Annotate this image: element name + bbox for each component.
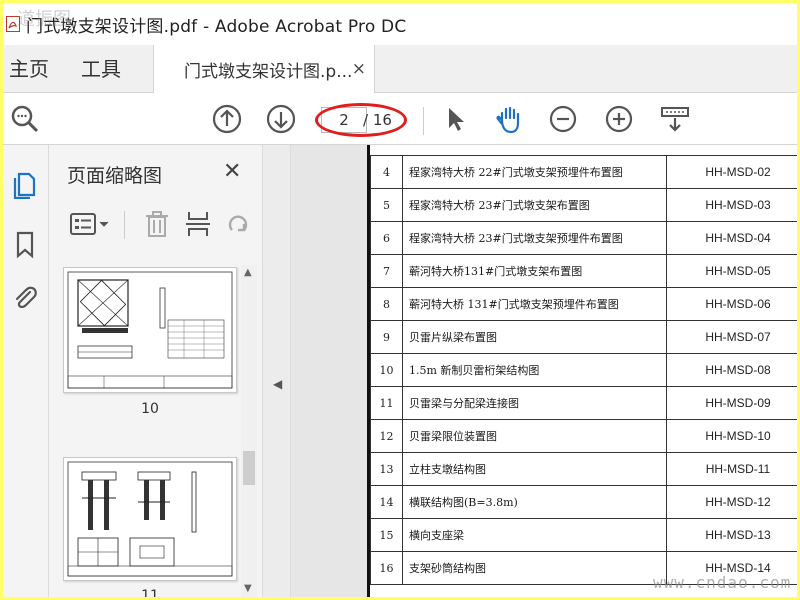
panel-collapse-strip[interactable]: ◀ bbox=[263, 145, 291, 597]
table-row: 6 程家湾特大桥 23#门式墩支架预埋件布置图 HH-MSD-04 bbox=[370, 221, 797, 255]
row-number: 16 bbox=[370, 551, 403, 585]
page-thumbnail[interactable] bbox=[63, 457, 237, 581]
table-row: 15 横向支座梁 HH-MSD-13 bbox=[370, 518, 797, 552]
page-thumbnails-icon[interactable] bbox=[10, 169, 40, 200]
drawing-code: HH-MSD-02 bbox=[666, 155, 797, 189]
drawing-code: HH-MSD-04 bbox=[666, 221, 797, 255]
drawing-name: 程家湾特大桥 22#门式墩支架预埋件布置图 bbox=[402, 155, 667, 189]
acrobat-window: 门式墩支架设计图.pdf - Adobe Acrobat Pro DC 道振图 … bbox=[3, 3, 797, 597]
drawing-code: HH-MSD-07 bbox=[666, 320, 797, 354]
thumbnail-label: 10 bbox=[141, 401, 159, 417]
left-navigation-rail bbox=[3, 145, 49, 597]
row-number: 4 bbox=[370, 155, 403, 189]
row-number: 10 bbox=[370, 353, 403, 387]
thumbnail-label: 11 bbox=[141, 588, 159, 597]
row-number: 11 bbox=[370, 386, 403, 420]
row-number: 12 bbox=[370, 419, 403, 453]
table-row: 10 1.5m 新制贝雷桁架结构图 HH-MSD-08 bbox=[370, 353, 797, 387]
row-number: 5 bbox=[370, 188, 403, 222]
drawing-name: 1.5m 新制贝雷桁架结构图 bbox=[402, 353, 667, 387]
drawing-name: 横联结构图(B=3.8m) bbox=[402, 485, 667, 519]
drawing-code: HH-MSD-11 bbox=[666, 452, 797, 486]
toolbar: 2 / 16 bbox=[3, 93, 797, 145]
collapse-panel-icon[interactable]: ◀ bbox=[273, 377, 282, 391]
table-row: 4 程家湾特大桥 22#门式墩支架预埋件布置图 HH-MSD-02 bbox=[370, 155, 797, 189]
previous-page-icon[interactable] bbox=[211, 103, 243, 135]
tab-document[interactable]: 门式墩支架设计图.p... × bbox=[153, 45, 375, 94]
attachments-icon[interactable] bbox=[10, 283, 40, 313]
table-row: 14 横联结构图(B=3.8m) HH-MSD-12 bbox=[370, 485, 797, 519]
highlight-annotation bbox=[315, 103, 407, 137]
table-row: 9 贝雷片纵梁布置图 HH-MSD-07 bbox=[370, 320, 797, 354]
drawing-name: 程家湾特大桥 23#门式墩支架预埋件布置图 bbox=[402, 221, 667, 255]
drawing-name: 立柱支墩结构图 bbox=[402, 452, 667, 486]
drawing-code: HH-MSD-13 bbox=[666, 518, 797, 552]
zoom-out-icon[interactable] bbox=[547, 103, 579, 135]
toolbar-separator bbox=[423, 107, 424, 135]
drawing-code: HH-MSD-10 bbox=[666, 419, 797, 453]
select-cursor-icon[interactable] bbox=[439, 103, 471, 135]
close-tab-icon[interactable]: × bbox=[352, 59, 366, 79]
document-tab-label: 门式墩支架设计图.p... bbox=[184, 62, 353, 82]
drawing-code: HH-MSD-08 bbox=[666, 353, 797, 387]
drawing-name: 蕲河特大桥131#门式墩支架布置图 bbox=[402, 254, 667, 288]
page-thumbnails-panel: 页面缩略图 ✕ 10 11 ▲ ▼ bbox=[49, 145, 263, 597]
drawing-name: 贝雷片纵梁布置图 bbox=[402, 320, 667, 354]
hand-tool-icon[interactable] bbox=[493, 103, 525, 135]
site-watermark: www.cndao.com bbox=[653, 573, 792, 592]
title-bar: 门式墩支架设计图.pdf - Adobe Acrobat Pro DC 道振图 bbox=[3, 3, 797, 45]
panel-title: 页面缩略图 bbox=[67, 165, 163, 187]
drawing-name: 贝雷梁与分配梁连接图 bbox=[402, 386, 667, 420]
thumbnails-scrollbar[interactable]: ▲ ▼ bbox=[241, 265, 257, 597]
drawing-name: 支架砂筒结构图 bbox=[402, 551, 667, 585]
row-number: 14 bbox=[370, 485, 403, 519]
scrollbar-thumb[interactable] bbox=[243, 451, 255, 485]
insert-page-icon[interactable] bbox=[183, 209, 213, 239]
tab-bar: 主页 工具 门式墩支架设计图.p... × bbox=[3, 45, 797, 94]
scroll-up-icon[interactable]: ▲ bbox=[244, 267, 252, 278]
zoom-in-icon[interactable] bbox=[603, 103, 635, 135]
drawing-name: 横向支座梁 bbox=[402, 518, 667, 552]
row-number: 6 bbox=[370, 221, 403, 255]
thumbnail-options-icon[interactable] bbox=[69, 209, 113, 239]
drawing-code: HH-MSD-03 bbox=[666, 188, 797, 222]
row-number: 8 bbox=[370, 287, 403, 321]
drawing-code: HH-MSD-06 bbox=[666, 287, 797, 321]
rotate-page-icon[interactable] bbox=[223, 209, 253, 239]
page-thumbnail[interactable] bbox=[63, 267, 237, 393]
row-number: 9 bbox=[370, 320, 403, 354]
scroll-mode-icon[interactable] bbox=[659, 103, 691, 135]
table-row: 5 程家湾特大桥 23#门式墩支架布置图 HH-MSD-03 bbox=[370, 188, 797, 222]
drawing-code: HH-MSD-05 bbox=[666, 254, 797, 288]
table-row: 11 贝雷梁与分配梁连接图 HH-MSD-09 bbox=[370, 386, 797, 420]
tab-home[interactable]: 主页 bbox=[9, 45, 49, 93]
drawing-name: 蕲河特大桥 131#门式墩支架预埋件布置图 bbox=[402, 287, 667, 321]
panel-toolbar bbox=[49, 205, 263, 245]
drawing-list-table: 4 程家湾特大桥 22#门式墩支架预埋件布置图 HH-MSD-02 5 程家湾特大桥 2… bbox=[370, 155, 797, 585]
drawing-name: 贝雷梁限位装置图 bbox=[402, 419, 667, 453]
scroll-down-icon[interactable]: ▼ bbox=[244, 583, 252, 594]
window-title: 门式墩支架设计图.pdf - Adobe Acrobat Pro DC bbox=[26, 16, 407, 37]
search-zoom-icon[interactable] bbox=[9, 103, 41, 135]
row-number: 7 bbox=[370, 254, 403, 288]
next-page-icon[interactable] bbox=[265, 103, 297, 135]
bookmarks-icon[interactable] bbox=[10, 229, 40, 259]
table-row: 8 蕲河特大桥 131#门式墩支架预埋件布置图 HH-MSD-06 bbox=[370, 287, 797, 321]
row-number: 15 bbox=[370, 518, 403, 552]
drawing-code: HH-MSD-09 bbox=[666, 386, 797, 420]
drawing-code: HH-MSD-12 bbox=[666, 485, 797, 519]
table-row: 12 贝雷梁限位装置图 HH-MSD-10 bbox=[370, 419, 797, 453]
delete-page-icon[interactable] bbox=[142, 209, 172, 239]
close-panel-icon[interactable]: ✕ bbox=[223, 159, 241, 184]
drawing-name: 程家湾特大桥 23#门式墩支架布置图 bbox=[402, 188, 667, 222]
pdf-page: 4 程家湾特大桥 22#门式墩支架预埋件布置图 HH-MSD-02 5 程家湾特大桥 2… bbox=[367, 145, 797, 597]
acrobat-app-icon bbox=[6, 16, 20, 32]
panel-toolbar-separator bbox=[124, 211, 125, 239]
document-view[interactable]: 4 程家湾特大桥 22#门式墩支架预埋件布置图 HH-MSD-02 5 程家湾特大桥 2… bbox=[291, 145, 797, 597]
table-row: 7 蕲河特大桥131#门式墩支架布置图 HH-MSD-05 bbox=[370, 254, 797, 288]
tab-tools[interactable]: 工具 bbox=[81, 45, 121, 93]
table-row: 13 立柱支墩结构图 HH-MSD-11 bbox=[370, 452, 797, 486]
row-number: 13 bbox=[370, 452, 403, 486]
